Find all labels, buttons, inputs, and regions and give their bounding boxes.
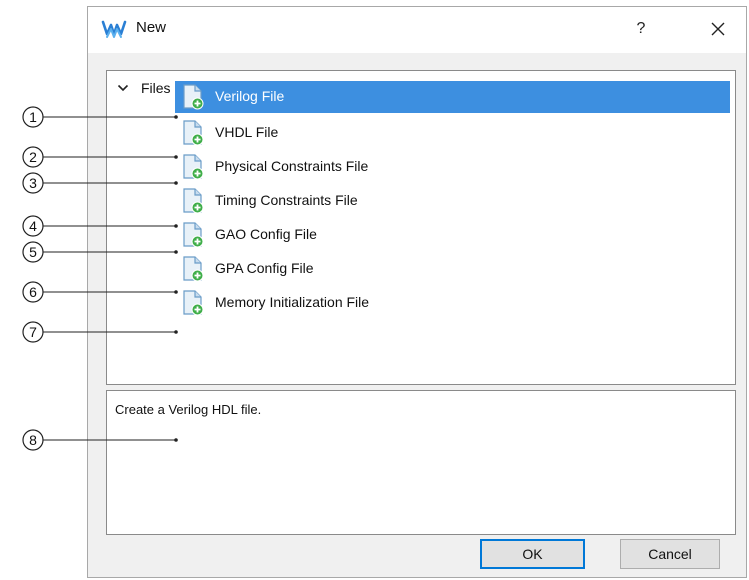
callout-circle [22,172,44,194]
cancel-button[interactable]: Cancel [620,539,720,569]
new-file-icon [181,188,205,214]
description-panel: Create a Verilog HDL file. [106,390,736,535]
chevron-down-icon[interactable] [117,83,129,93]
tree-item-3[interactable]: Physical Constraints File [175,151,730,183]
app-logo-icon [101,20,127,38]
tree-item-label: Physical Constraints File [215,158,369,174]
new-file-icon [181,256,205,282]
callout-number: 8 [29,432,37,448]
callout-number: 2 [29,149,37,165]
new-file-icon [181,84,205,110]
tree-item-2[interactable]: VHDL File [175,117,730,149]
tree-item-label: Memory Initialization File [215,294,370,310]
callout-circle [22,281,44,303]
tree-item-label: GPA Config File [215,260,314,276]
callout-circle [22,241,44,263]
tree-group-label: Files [141,80,171,96]
callout-circle [22,215,44,237]
callout-number: 7 [29,324,37,340]
callout-circle [22,429,44,451]
tree-item-4[interactable]: Timing Constraints File [175,185,730,217]
new-file-icon [181,290,205,316]
help-button[interactable]: ? [628,16,654,42]
tree-item-label: VHDL File [215,124,279,140]
callout-number: 5 [29,244,37,260]
new-file-dialog: New ? Files Verilog File VHDL File Physica… [87,6,747,578]
callout-number: 1 [29,109,37,125]
description-text: Create a Verilog HDL file. [115,402,262,417]
callout-number: 4 [29,218,37,234]
ok-button[interactable]: OK [480,539,585,569]
file-type-tree: Files Verilog File VHDL File Physical Cons… [106,70,736,385]
tree-item-label: Verilog File [215,88,285,104]
tree-item-label: Timing Constraints File [215,192,358,208]
callout-number: 6 [29,284,37,300]
tree-item-5[interactable]: GAO Config File [175,219,730,251]
callout-circle [22,321,44,343]
tree-item-label: GAO Config File [215,226,317,242]
callout-circle [22,146,44,168]
tree-item-1[interactable]: Verilog File [175,81,730,113]
window-title: New [136,19,167,36]
callout-circle [22,106,44,128]
tree-item-7[interactable]: Memory Initialization File [175,287,730,319]
callout-number: 3 [29,175,37,191]
new-file-icon [181,154,205,180]
close-icon[interactable] [704,15,732,43]
new-file-icon [181,120,205,146]
new-file-icon [181,222,205,248]
tree-item-6[interactable]: GPA Config File [175,253,730,285]
title-bar: New ? [88,7,746,53]
